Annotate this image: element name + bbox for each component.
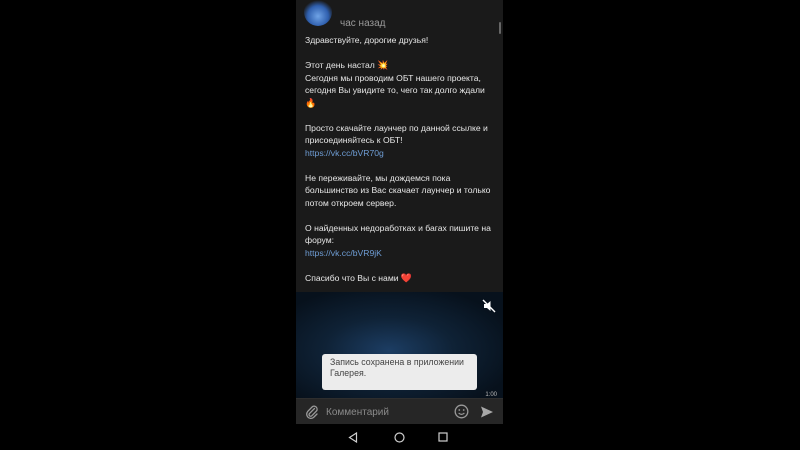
heart-emoji: ❤️: [400, 272, 413, 283]
recent-apps-icon[interactable]: [438, 432, 448, 442]
phone-screen: час назад Здравствуйте, дорогие друзья! …: [296, 0, 503, 450]
thanks-paragraph: Спасибо что Вы с нами ❤️: [305, 272, 495, 285]
comment-bar: [296, 398, 503, 425]
bugs-paragraph: О найденных недоработках и багах пишите …: [305, 222, 495, 260]
navigation-bar: [296, 424, 503, 450]
forum-link[interactable]: https://vk.cc/bVR9jK: [305, 247, 495, 260]
thanks-text: Спасибо что Вы с нами: [305, 272, 399, 283]
paperclip-icon[interactable]: [305, 404, 319, 420]
download-paragraph: Просто скачайте лаунчер по данной ссылке…: [305, 122, 495, 160]
post-header: час назад: [296, 0, 503, 34]
bugs-text: О найденных недоработках и багах пишите …: [305, 222, 491, 246]
smile-icon[interactable]: [454, 404, 469, 419]
speaker-off-icon[interactable]: [482, 299, 496, 313]
fire-emoji: 🔥: [305, 97, 317, 108]
day-line: Этот день настал: [305, 60, 375, 70]
wait-text: Не переживайте, мы дождемся пока большин…: [305, 172, 491, 208]
send-icon[interactable]: [480, 405, 494, 419]
announcement-paragraph: Этот день настал 💥 Сегодня мы проводим О…: [305, 59, 495, 109]
video-player[interactable]: Запись сохранена в приложении Галерея. 1…: [296, 292, 503, 398]
scrollbar[interactable]: [499, 22, 501, 34]
avatar[interactable]: [304, 0, 332, 26]
post-text: Здравствуйте, дорогие друзья! Этот день …: [305, 34, 495, 297]
comment-input[interactable]: [326, 404, 446, 420]
post-time: час назад: [340, 18, 386, 29]
greeting-text: Здравствуйте, дорогие друзья!: [305, 35, 429, 45]
download-link[interactable]: https://vk.cc/bVR70g: [305, 147, 495, 160]
explosion-emoji: 💥: [377, 60, 389, 70]
download-text: Просто скачайте лаунчер по данной ссылке…: [305, 122, 488, 146]
back-icon[interactable]: [348, 432, 358, 443]
obt-text: Сегодня мы проводим ОБТ нашего проекта, …: [305, 72, 485, 96]
home-icon[interactable]: [394, 432, 405, 443]
save-toast: Запись сохранена в приложении Галерея.: [322, 354, 477, 390]
